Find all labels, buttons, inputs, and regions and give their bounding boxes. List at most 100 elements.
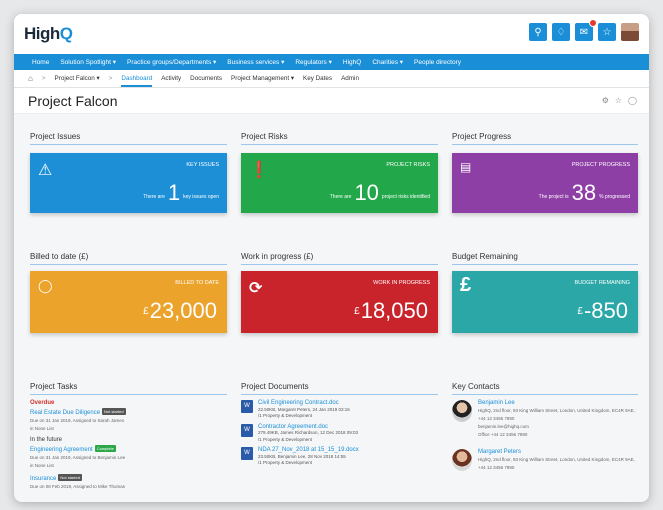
top-bar: HighQ ⚲ ♢ ✉ ☆ bbox=[14, 14, 649, 54]
nav-practice-groups[interactable]: Practice groups/Departments ▾ bbox=[127, 58, 216, 66]
tile-suffix: key issues open bbox=[183, 194, 219, 200]
tile-label: KEY ISSUES bbox=[186, 162, 219, 168]
task-meta: Due on 08 Feb 2019, Assigned to Mike Tho… bbox=[30, 484, 125, 489]
document-name[interactable]: Civil Engineering Contract.doc bbox=[258, 400, 339, 406]
budget-remaining-tile[interactable]: £ BUDGET REMAINING £-850 bbox=[452, 271, 638, 333]
help-icon[interactable]: ◯ bbox=[628, 96, 637, 105]
home-icon[interactable]: ⌂ bbox=[28, 74, 33, 83]
tab-dashboard[interactable]: Dashboard bbox=[121, 71, 153, 87]
project-progress-tile[interactable]: ▤ PROJECT PROGRESS The project is 38 % p… bbox=[452, 153, 638, 213]
document-folder[interactable]: /1 Property & Development bbox=[258, 437, 312, 442]
search-icon[interactable]: ⚲ bbox=[529, 23, 547, 41]
tile-amount: £-850 bbox=[577, 300, 628, 323]
document-name[interactable]: Contractor Agreement.doc bbox=[258, 424, 328, 430]
nav-people-directory[interactable]: People directory bbox=[414, 59, 461, 66]
tab-key-dates[interactable]: Key Dates bbox=[303, 75, 332, 82]
notification-dot bbox=[589, 19, 597, 27]
document-folder[interactable]: /1 Property & Development bbox=[258, 460, 312, 465]
billed-heading: Billed to date (£) bbox=[30, 252, 227, 265]
project-risks-tile[interactable]: ❗ PROJECT RISKS There are 10 project ris… bbox=[241, 153, 438, 213]
breadcrumb-separator: > bbox=[41, 75, 46, 82]
tile-value: 1 bbox=[167, 180, 181, 205]
document-item[interactable]: W Contractor Agreement.doc 279.49KB, Jam… bbox=[241, 423, 438, 444]
nav-charities[interactable]: Charities ▾ bbox=[372, 58, 403, 66]
nav-home[interactable]: Home bbox=[32, 59, 49, 66]
star-icon[interactable]: ☆ bbox=[598, 23, 616, 41]
contact-card[interactable]: Margaret Peters HighQ, 2nd floor, 93 Kin… bbox=[452, 449, 638, 472]
task-name[interactable]: Engineering Agreement bbox=[30, 447, 93, 453]
currency-symbol: £ bbox=[143, 306, 149, 317]
tasks-heading: Project Tasks bbox=[30, 382, 227, 395]
overdue-label: Overdue bbox=[30, 400, 55, 406]
contact-name[interactable]: Margaret Peters bbox=[478, 449, 521, 455]
tile-summary: There are 10 project risks identified bbox=[329, 180, 430, 205]
documents-heading: Project Documents bbox=[241, 382, 438, 395]
document-meta: 23.50KB, Benjamin Lee, 28 Nov 2018 14:55 bbox=[258, 453, 346, 459]
top-icons: ⚲ ♢ ✉ ☆ bbox=[529, 19, 639, 41]
tab-admin[interactable]: Admin bbox=[341, 75, 359, 82]
billed-to-date-tile[interactable]: ◯ BILLED TO DATE £23,000 bbox=[30, 271, 227, 333]
key-issues-tile[interactable]: ⚠ KEY ISSUES There are 1 key issues open bbox=[30, 153, 227, 213]
exclamation-icon: ❗ bbox=[249, 162, 269, 179]
task-item[interactable]: Real Estate Due Diligence Not started Due… bbox=[30, 408, 227, 433]
tab-activity[interactable]: Activity bbox=[161, 75, 181, 82]
contacts-panel: Benjamin Lee HighQ, 2nd floor, 93 King W… bbox=[452, 400, 638, 482]
task-meta: Due on 31 Jan 2019, Assigned to Benjamin… bbox=[30, 455, 126, 460]
wip-heading: Work in progress (£) bbox=[241, 252, 438, 265]
document-item[interactable]: W NDA 27_Nov_2018 at 15_15_19.docx 23.50… bbox=[241, 447, 438, 467]
main-nav: Home Solution Spotlight ▾ Practice group… bbox=[14, 54, 649, 70]
progress-heading: Project Progress bbox=[452, 132, 638, 145]
task-item[interactable]: Insurance Not started Due on 08 Feb 2019,… bbox=[30, 474, 227, 491]
work-in-progress-tile[interactable]: ⟳ WORK IN PROGRESS £18,050 bbox=[241, 271, 438, 333]
tile-prefix: The project is bbox=[538, 194, 569, 200]
document-item[interactable]: W Civil Engineering Contract.doc 22.50KB… bbox=[241, 400, 438, 420]
task-meta: Due on 31 Jan 2019, Assigned to Sarah Ja… bbox=[30, 418, 125, 423]
nav-highq[interactable]: HighQ bbox=[343, 59, 361, 66]
tile-value: -850 bbox=[583, 298, 628, 323]
contacts-heading: Key Contacts bbox=[452, 382, 638, 395]
tile-label: BILLED TO DATE bbox=[175, 280, 219, 286]
page-title: Project Falcon bbox=[28, 92, 118, 109]
highq-logo[interactable]: HighQ bbox=[24, 24, 73, 44]
tab-documents[interactable]: Documents bbox=[190, 75, 222, 82]
breadcrumb-separator: > bbox=[108, 75, 113, 82]
nav-business-services[interactable]: Business services ▾ bbox=[227, 58, 284, 66]
settings-icon[interactable]: ⚙ bbox=[602, 96, 609, 105]
task-name[interactable]: Real Estate Due Diligence bbox=[30, 410, 100, 416]
logo-text: High bbox=[24, 24, 60, 43]
tile-value: 18,050 bbox=[360, 298, 428, 323]
tab-project-management[interactable]: Project Management ▾ bbox=[231, 75, 294, 82]
coin-icon: ◯ bbox=[38, 278, 53, 293]
tile-prefix: There are bbox=[329, 194, 352, 200]
tasks-panel: Overdue Real Estate Due Diligence Not sta… bbox=[30, 400, 227, 495]
contact-photo bbox=[452, 449, 472, 471]
task-item[interactable]: Engineering Agreement Complete Due on 31 … bbox=[30, 445, 227, 470]
tile-value: 10 bbox=[354, 180, 379, 205]
contact-photo bbox=[452, 400, 472, 422]
mail-icon[interactable]: ✉ bbox=[575, 19, 597, 41]
contact-name[interactable]: Benjamin Lee bbox=[478, 400, 515, 406]
currency-symbol: £ bbox=[577, 306, 583, 317]
document-name[interactable]: NDA 27_Nov_2018 at 15_15_19.docx bbox=[258, 447, 359, 453]
word-doc-icon: W bbox=[241, 423, 253, 437]
nav-solution-spotlight[interactable]: Solution Spotlight ▾ bbox=[60, 58, 116, 66]
nav-regulators[interactable]: Regulators ▾ bbox=[295, 58, 332, 66]
pound-icon: £ bbox=[460, 274, 472, 296]
breadcrumb-project[interactable]: Project Falcon ▾ bbox=[55, 75, 100, 82]
contact-card[interactable]: Benjamin Lee HighQ, 2nd floor, 93 King W… bbox=[452, 400, 638, 439]
currency-symbol: £ bbox=[354, 306, 360, 317]
task-list: in None List bbox=[30, 426, 54, 431]
tile-label: BUDGET REMAINING bbox=[574, 280, 630, 286]
budget-heading: Budget Remaining bbox=[452, 252, 638, 265]
refresh-icon: ⟳ bbox=[249, 280, 263, 297]
tile-label: WORK IN PROGRESS bbox=[373, 280, 430, 286]
user-avatar[interactable] bbox=[621, 23, 639, 41]
document-folder[interactable]: /1 Property & Development bbox=[258, 413, 312, 418]
bell-icon[interactable]: ♢ bbox=[552, 23, 570, 41]
contact-office: Office +44 12 3456 7890 bbox=[478, 432, 528, 437]
task-name[interactable]: Insurance bbox=[30, 476, 56, 482]
contact-email[interactable]: benjamin.lee@highq.com bbox=[478, 424, 529, 429]
tile-amount: £23,000 bbox=[143, 300, 217, 323]
documents-panel: W Civil Engineering Contract.doc 22.50KB… bbox=[241, 400, 438, 471]
favourite-icon[interactable]: ☆ bbox=[615, 96, 622, 105]
